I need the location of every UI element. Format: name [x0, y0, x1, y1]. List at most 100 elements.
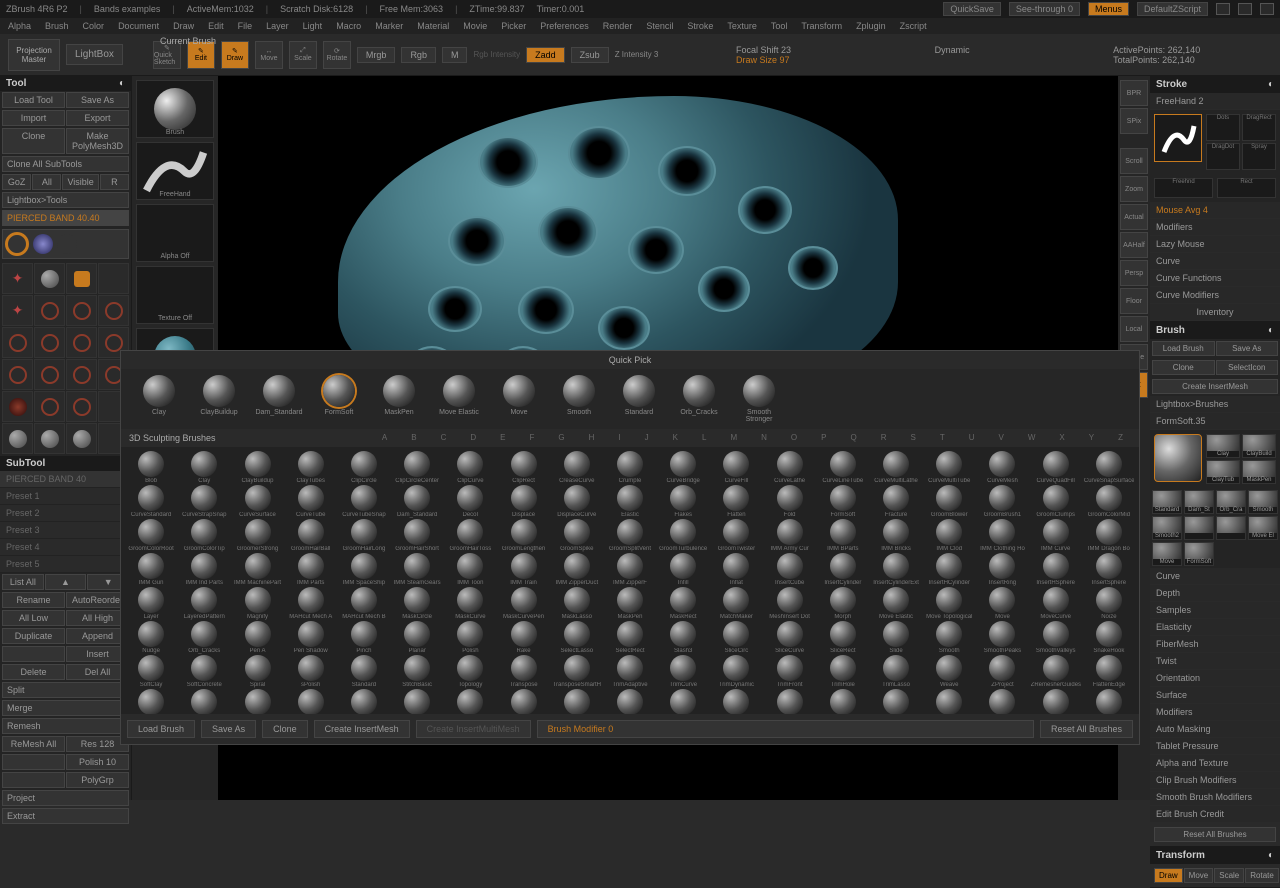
- default-zscript[interactable]: DefaultZScript: [1137, 2, 1208, 16]
- brush-cell[interactable]: InsertRing: [976, 553, 1028, 586]
- current-tool-name[interactable]: PIERCED BAND 40.40: [2, 210, 129, 226]
- brush-cell[interactable]: NudgeSilver: [497, 689, 549, 714]
- rotate-button[interactable]: ⟳Rotate: [323, 41, 351, 69]
- brush-cell[interactable]: MatchMaker: [710, 587, 762, 620]
- brush-cell[interactable]: IMM Clod: [923, 519, 975, 552]
- brush-saveas-button[interactable]: Save As: [1216, 341, 1279, 356]
- zsub-button[interactable]: Zsub: [571, 47, 609, 63]
- brush-cell[interactable]: MAHcut Mech B: [285, 689, 337, 714]
- brush-large-preview[interactable]: [1154, 434, 1202, 482]
- stroke-dragrect[interactable]: DragRect: [1242, 114, 1276, 141]
- alpha-letter[interactable]: J: [645, 433, 649, 443]
- draw-size-slider[interactable]: Draw Size 97: [736, 55, 791, 65]
- menu-color[interactable]: Color: [83, 21, 105, 31]
- brush-cell[interactable]: Clay: [178, 451, 230, 484]
- scroll-button[interactable]: Scroll: [1120, 148, 1148, 174]
- menu-stroke[interactable]: Stroke: [687, 21, 713, 31]
- aahalf-button[interactable]: AAHalf: [1120, 232, 1148, 258]
- subtool-item[interactable]: PIERCED BAND 40: [0, 471, 131, 488]
- quickpick-brush[interactable]: ClayBuildup: [193, 375, 245, 423]
- brush-cell[interactable]: MaskPen: [604, 587, 656, 620]
- brush-cell[interactable]: SK_Cloth: [870, 689, 922, 714]
- remesh-all-button[interactable]: ReMesh All: [2, 736, 65, 752]
- project-section[interactable]: Project: [2, 790, 129, 806]
- brush-section-tablet-pressure[interactable]: Tablet Pressure: [1150, 738, 1280, 755]
- brush-cell[interactable]: MoveB: [338, 689, 390, 714]
- brush-cell[interactable]: Pen A: [231, 621, 283, 654]
- brush-cell[interactable]: CurveBridge: [657, 451, 709, 484]
- popup-load-brush[interactable]: Load Brush: [127, 720, 195, 738]
- scale-button[interactable]: ⤢Scale: [289, 41, 317, 69]
- spix-button[interactable]: SPix: [1120, 108, 1148, 134]
- focal-shift-slider[interactable]: Focal Shift 23: [736, 45, 791, 55]
- quickpick-brush[interactable]: Move Elastic: [433, 375, 485, 423]
- brush-cell[interactable]: CurveSurface: [231, 485, 283, 518]
- menu-movie[interactable]: Movie: [463, 21, 487, 31]
- brush-cell[interactable]: Flatten: [710, 485, 762, 518]
- stroke-rect[interactable]: Rect: [1217, 178, 1276, 198]
- alpha-letter[interactable]: C: [441, 433, 447, 443]
- brush-small-preview[interactable]: Orb_Cra: [1216, 490, 1246, 514]
- brush-cell[interactable]: MeshInsert Dot: [764, 587, 816, 620]
- brush-cell[interactable]: IMM Army Cur: [764, 519, 816, 552]
- load-brush-button[interactable]: Load Brush: [1152, 341, 1215, 356]
- bpr-button[interactable]: BPR: [1120, 80, 1148, 106]
- brush-cell[interactable]: GroomColorRoot: [125, 519, 177, 552]
- stroke-freehnd[interactable]: Freehnd: [1154, 178, 1213, 198]
- tool-item[interactable]: [2, 423, 33, 454]
- clone-button[interactable]: Clone: [2, 128, 65, 154]
- brush-section-surface[interactable]: Surface: [1150, 687, 1280, 704]
- transform-draw[interactable]: Draw: [1154, 868, 1183, 883]
- all-low-button[interactable]: All Low: [2, 610, 65, 626]
- brush-cell[interactable]: SoftConcrete: [178, 655, 230, 688]
- alpha-letter[interactable]: B: [411, 433, 416, 443]
- create-insertmesh-button[interactable]: Create InsertMesh: [1152, 379, 1278, 394]
- brush-cell[interactable]: PolishC: [657, 689, 709, 714]
- brush-cell[interactable]: Dam_Standard: [391, 485, 443, 518]
- brush-cell[interactable]: InsertCylinderExt: [870, 553, 922, 586]
- brush-small-preview[interactable]: [1216, 516, 1246, 540]
- brush-cell[interactable]: IMM Parts: [285, 553, 337, 586]
- brush-cell[interactable]: mPolish: [444, 689, 496, 714]
- brush-cell[interactable]: Transpose: [497, 655, 549, 688]
- brush-cell[interactable]: Displace: [497, 485, 549, 518]
- brush-cell[interactable]: SK_Pen: [1083, 689, 1135, 714]
- mrgb-button[interactable]: Mrgb: [357, 47, 396, 63]
- menus-button[interactable]: Menus: [1088, 2, 1129, 16]
- floor-button[interactable]: Floor: [1120, 288, 1148, 314]
- brush-cell[interactable]: TrimFront: [764, 655, 816, 688]
- brush-cell[interactable]: CurveLineTube: [817, 451, 869, 484]
- menu-render[interactable]: Render: [603, 21, 633, 31]
- brush-cell[interactable]: SliceRect: [817, 621, 869, 654]
- mouse-avg-slider[interactable]: Mouse Avg 4: [1150, 202, 1280, 219]
- brush-cell[interactable]: Elastic: [604, 485, 656, 518]
- menu-edit[interactable]: Edit: [208, 21, 224, 31]
- stroke-preview[interactable]: FreeHand: [136, 142, 214, 200]
- draw-button[interactable]: ✎Draw: [221, 41, 249, 69]
- brush-cell[interactable]: Nudge: [125, 621, 177, 654]
- stroke-dragdot[interactable]: DragDot: [1206, 143, 1240, 170]
- brush-cell[interactable]: Spiral: [231, 655, 283, 688]
- brush-cell[interactable]: Standard: [338, 655, 390, 688]
- alpha-letter[interactable]: Z: [1118, 433, 1123, 443]
- brush-cell[interactable]: ClipCircle: [338, 451, 390, 484]
- quickpick-brush[interactable]: Clay: [133, 375, 185, 423]
- brush-section-curve[interactable]: Curve: [1150, 568, 1280, 585]
- tool-item[interactable]: [34, 359, 65, 390]
- brush-cell[interactable]: IMM MachinePart: [231, 553, 283, 586]
- tool-item[interactable]: [66, 295, 97, 326]
- stroke-spray[interactable]: Spray: [1242, 143, 1276, 170]
- alpha-letter[interactable]: K: [673, 433, 678, 443]
- brush-cell[interactable]: MaskLasso: [551, 587, 603, 620]
- brush-cell[interactable]: IMM ZipperDuct: [551, 553, 603, 586]
- brush-cell[interactable]: Rake: [497, 621, 549, 654]
- brush-cell[interactable]: ClayBuildup: [231, 451, 283, 484]
- menu-macro[interactable]: Macro: [336, 21, 361, 31]
- alpha-letter[interactable]: P: [821, 433, 826, 443]
- brush-cell[interactable]: Magnify: [231, 587, 283, 620]
- brush-cell[interactable]: SK_AirBrush: [710, 689, 762, 714]
- tool-item[interactable]: [34, 295, 65, 326]
- list-all-button[interactable]: List All: [2, 574, 44, 590]
- brush-cell[interactable]: ZProject: [976, 655, 1028, 688]
- alpha-letter[interactable]: D: [470, 433, 476, 443]
